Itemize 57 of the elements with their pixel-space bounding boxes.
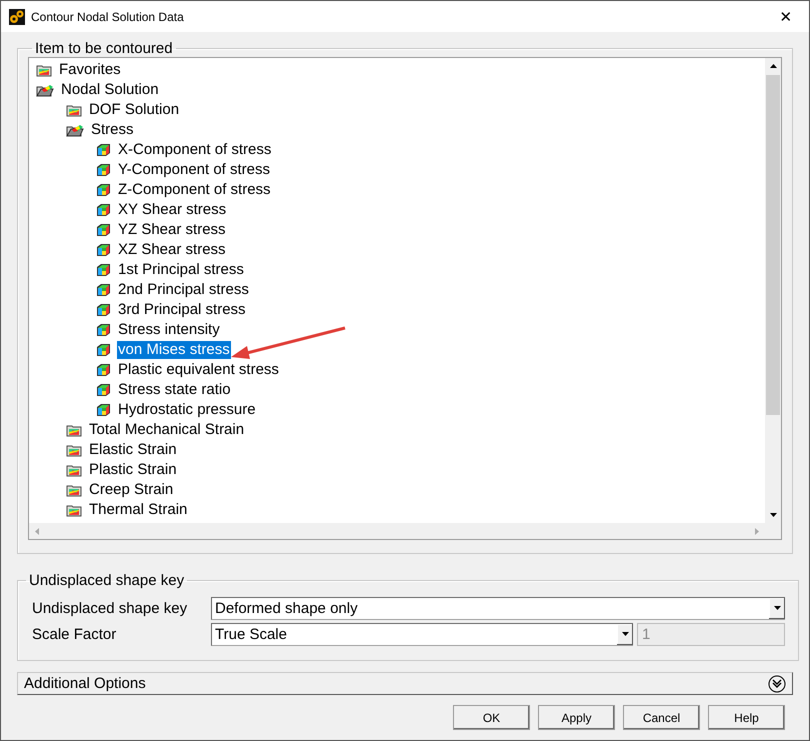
result-cube-icon xyxy=(96,303,111,317)
result-cube-icon xyxy=(96,363,111,377)
close-button[interactable]: ✕ xyxy=(763,1,809,32)
tree-item[interactable]: YZ Shear stress xyxy=(117,221,227,239)
gears-icon xyxy=(9,8,25,24)
result-cube-icon xyxy=(96,383,111,397)
result-cube-icon xyxy=(96,263,111,277)
dialog-button[interactable]: OK xyxy=(453,705,530,730)
tree-item[interactable]: von Mises stress xyxy=(117,341,231,359)
tree-item[interactable]: X-Component of stress xyxy=(117,141,272,159)
tree-item[interactable]: 3rd Principal stress xyxy=(117,301,247,319)
group-title: Undisplaced shape key xyxy=(28,572,186,589)
result-cube-icon xyxy=(96,203,111,217)
tree-item[interactable]: XZ Shear stress xyxy=(117,241,227,259)
scroll-down-icon[interactable] xyxy=(770,513,776,517)
result-cube-icon xyxy=(96,343,111,357)
tree-item[interactable]: Hydrostatic pressure xyxy=(117,401,257,419)
tree-item[interactable]: Thermal Strain xyxy=(88,501,188,519)
tree-item[interactable]: Plastic equivalent stress xyxy=(117,361,280,379)
dropdown-arrow-icon[interactable] xyxy=(774,606,780,610)
result-cube-icon xyxy=(96,283,111,297)
field-label: Scale Factor xyxy=(31,626,118,642)
field-label: Undisplaced shape key xyxy=(31,600,188,616)
result-cube-icon xyxy=(96,243,111,257)
tree-item[interactable]: Elastic Strain xyxy=(88,441,178,459)
tree-item[interactable]: Favorites xyxy=(58,61,122,79)
expander-bar[interactable]: Additional Options xyxy=(17,672,793,695)
tree-item[interactable]: DOF Solution xyxy=(88,101,180,119)
dialog-button[interactable]: Cancel xyxy=(623,705,700,730)
tree-item[interactable]: Y-Component of stress xyxy=(117,161,272,179)
vertical-scrollbar[interactable] xyxy=(765,58,781,523)
tree-item[interactable]: Creep Strain xyxy=(88,481,174,499)
result-cube-icon xyxy=(96,403,111,417)
tree-item[interactable]: XY Shear stress xyxy=(117,201,228,219)
dialog-button[interactable]: Help xyxy=(708,705,785,730)
group-title: Item to be contoured xyxy=(34,40,174,57)
result-cube-icon xyxy=(96,163,111,177)
tree-item[interactable]: Plastic Strain xyxy=(88,461,178,479)
dropdown-arrow-icon[interactable] xyxy=(622,632,628,636)
tree-item[interactable]: 2nd Principal stress xyxy=(117,281,250,299)
dialog-button[interactable]: Apply xyxy=(538,705,615,730)
double-chevron-icon[interactable] xyxy=(768,674,786,692)
tree-item[interactable]: Nodal Solution xyxy=(60,81,160,99)
dropdown[interactable]: Deformed shape only xyxy=(211,596,785,620)
tree-item[interactable]: Total Mechanical Strain xyxy=(88,421,246,439)
tree-item[interactable]: Stress state ratio xyxy=(117,381,232,399)
result-cube-icon xyxy=(96,143,111,157)
tree-item[interactable]: 1st Principal stress xyxy=(117,261,245,279)
tree-item[interactable]: Z-Component of stress xyxy=(117,181,272,199)
scroll-up-icon[interactable] xyxy=(770,64,776,68)
result-cube-icon xyxy=(96,223,111,237)
result-cube-icon xyxy=(96,323,111,337)
dropdown[interactable]: True Scale xyxy=(211,622,633,646)
tree-item[interactable]: Stress intensity xyxy=(117,321,221,339)
window-title: Contour Nodal Solution Data xyxy=(31,10,185,24)
tree-item[interactable]: Stress xyxy=(90,121,135,139)
result-cube-icon xyxy=(96,183,111,197)
